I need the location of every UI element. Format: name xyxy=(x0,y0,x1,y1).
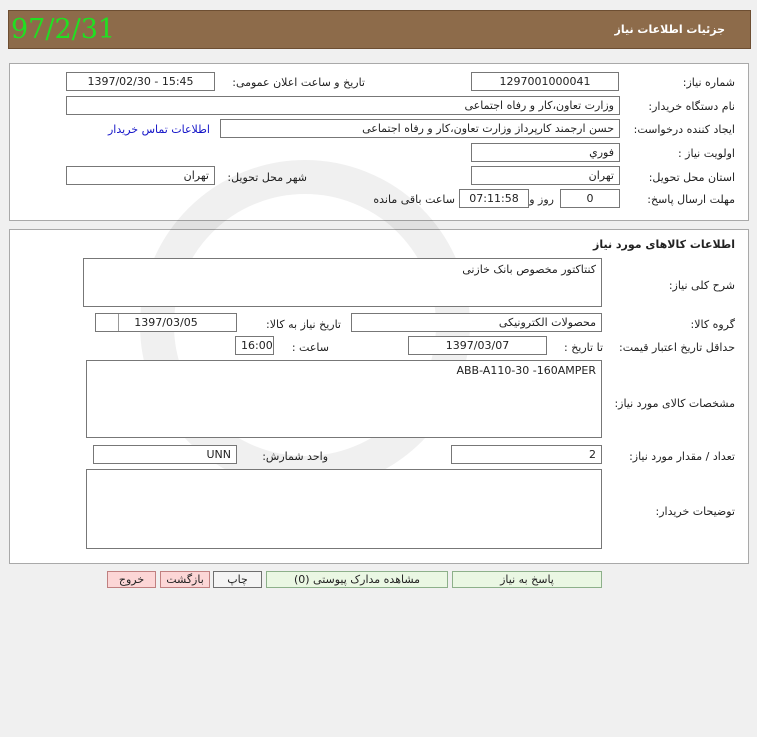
goods-group-label: گروه کالا: xyxy=(690,318,735,331)
buyer-notes-label: توضیحات خریدار: xyxy=(655,505,736,518)
quantity-label: تعداد / مقدار مورد نیاز: xyxy=(629,450,735,463)
need-number-field: 1297001000041 xyxy=(471,72,619,91)
to-date-label: تا تاریخ : xyxy=(564,341,603,354)
hour-field: 16:00 xyxy=(235,336,274,355)
exit-button[interactable]: خروج xyxy=(107,571,156,588)
need-date-label: تاریخ نیاز به کالا: xyxy=(266,318,341,331)
province-field: تهران xyxy=(471,166,620,185)
need-date-value: 1397/03/05 xyxy=(134,316,198,329)
attachments-button[interactable]: مشاهده مدارک پیوستی (0) xyxy=(266,571,448,588)
page-header: جزئیات اطلاعات نیاز 97/2/31 xyxy=(8,10,751,49)
goods-section-title: اطلاعات کالاهای مورد نیاز xyxy=(593,238,735,251)
city-label: شهر محل تحویل: xyxy=(227,171,307,184)
days-word-label: روز و xyxy=(529,193,554,206)
spec-field: ABB-A110-30 -160AMPER xyxy=(86,360,602,438)
creator-label: ایجاد کننده درخواست: xyxy=(633,123,735,136)
page-title: جزئیات اطلاعات نیاز xyxy=(614,23,726,36)
spec-label: مشخصات کالای مورد نیاز: xyxy=(614,397,735,410)
deadline-time-field: 07:11:58 xyxy=(459,189,529,208)
goods-group-field: محصولات الکترونیکی xyxy=(351,313,602,332)
to-date-field: 1397/03/07 xyxy=(408,336,547,355)
need-date-field: 1397/03/05 xyxy=(95,313,237,332)
unit-label: واحد شمارش: xyxy=(262,450,328,463)
city-field: تهران xyxy=(66,166,215,185)
back-button[interactable]: بازگشت xyxy=(160,571,210,588)
general-desc-label: شرح کلی نیاز: xyxy=(668,279,735,292)
deadline-label: مهلت ارسال پاسخ: xyxy=(647,193,735,206)
priority-label: اولویت نیاز : xyxy=(677,147,735,160)
general-desc-field: کنتاکتور مخصوص بانک خازنی xyxy=(83,258,602,307)
deadline-days-field: 0 xyxy=(560,189,620,208)
unit-field: UNN xyxy=(93,445,237,464)
creator-field: حسن ارجمند کارپرداز وزارت تعاون،کار و رف… xyxy=(220,119,620,138)
need-date-dropdown[interactable] xyxy=(96,314,119,331)
announce-datetime-field: 1397/02/30 - 15:45 xyxy=(66,72,215,91)
priority-field: فوري xyxy=(471,143,620,162)
buyer-notes-field xyxy=(86,469,602,549)
print-button[interactable]: چاپ xyxy=(213,571,262,588)
buyer-contact-link[interactable]: اطلاعات تماس خریدار xyxy=(108,123,210,136)
quantity-field: 2 xyxy=(451,445,602,464)
buyer-org-label: نام دستگاه خریدار: xyxy=(648,100,735,113)
province-label: استان محل تحویل: xyxy=(648,171,735,184)
date-stamp: 97/2/31 xyxy=(11,14,116,45)
buyer-org-field: وزارت تعاون،کار و رفاه اجتماعی xyxy=(66,96,620,115)
hour-label: ساعت : xyxy=(291,341,329,354)
announce-datetime-label: تاریخ و ساعت اعلان عمومی: xyxy=(232,76,365,89)
reply-button[interactable]: پاسخ به نیاز xyxy=(452,571,602,588)
remaining-word-label: ساعت باقی مانده xyxy=(373,193,455,206)
need-number-label: شماره نیاز: xyxy=(682,76,735,89)
min-validity-label: حداقل تاریخ اعتبار قیمت: xyxy=(619,341,735,354)
